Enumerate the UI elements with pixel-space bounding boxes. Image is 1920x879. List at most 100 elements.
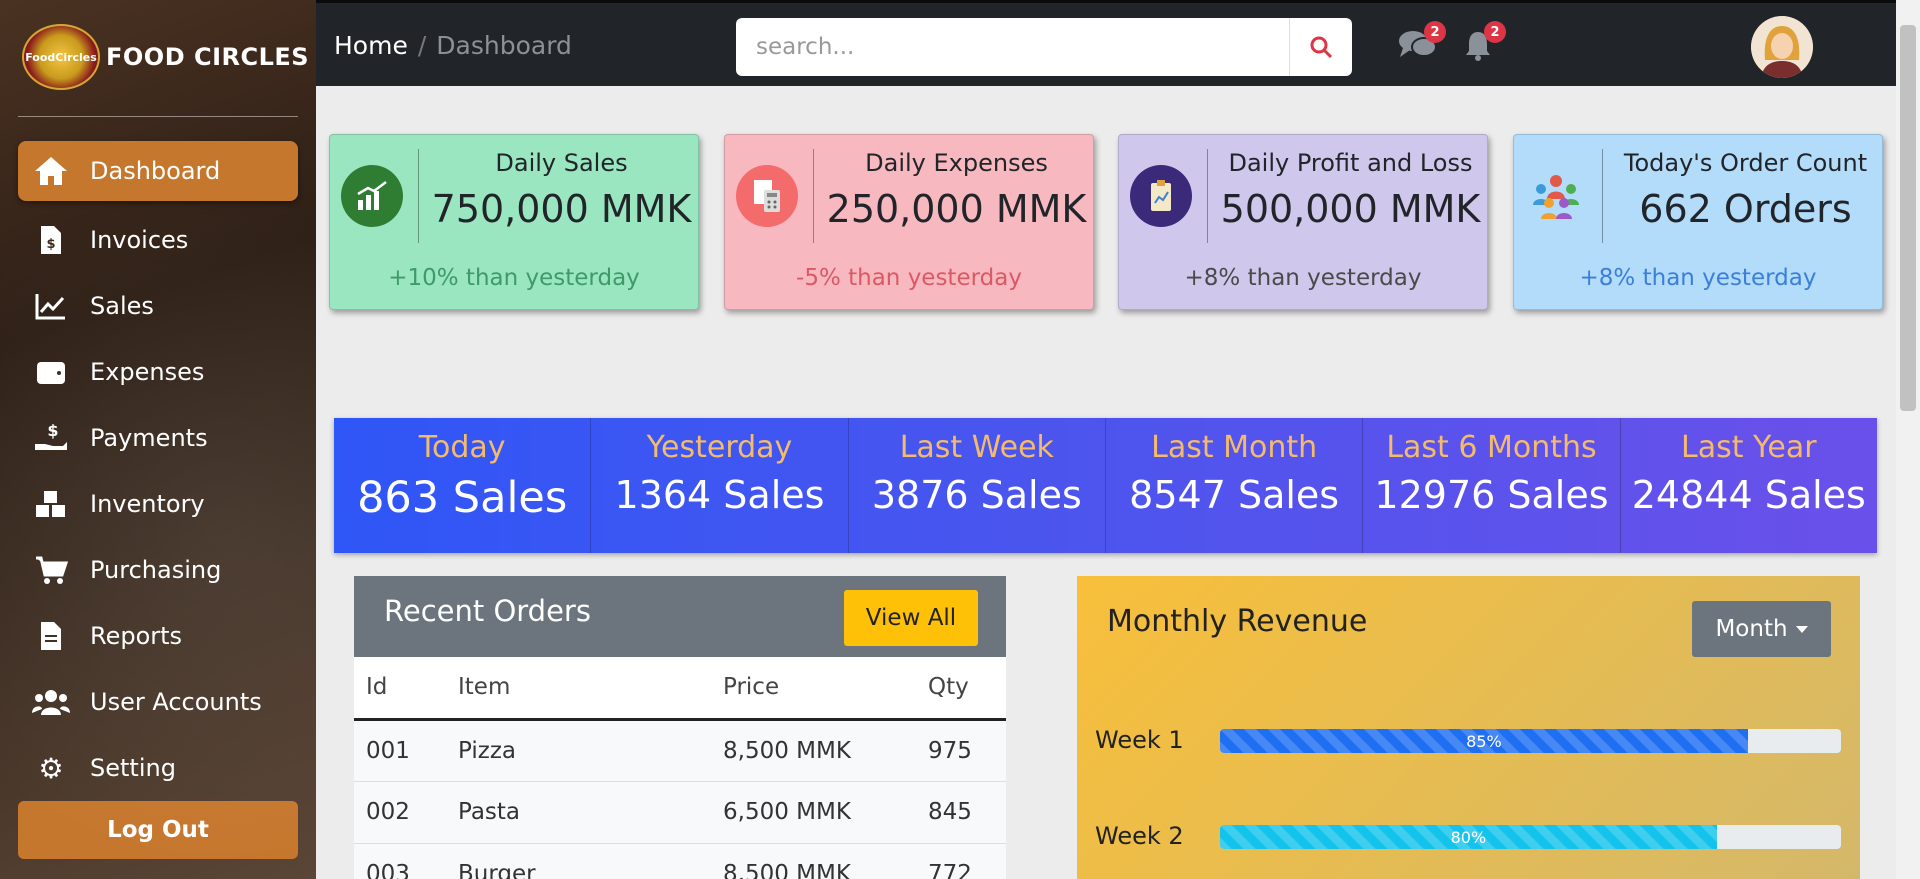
week-2-progress: 80% [1220,825,1841,849]
column-header-qty[interactable]: Qty [916,657,1006,721]
period-last-6-months[interactable]: Last 6 Months 12976 Sales [1363,418,1621,553]
messages-button[interactable]: 2 [1396,21,1446,65]
home-icon [28,154,74,188]
clipboard-chart-icon [1130,165,1192,227]
cart-icon [28,553,74,587]
sidebar-item-reports[interactable]: Reports [18,603,298,669]
breadcrumb-current: Dashboard [436,31,572,60]
sidebar-item-user-accounts[interactable]: User Accounts [18,669,298,735]
progress-fill: 85% [1220,729,1748,753]
search-input[interactable] [736,18,1289,76]
column-header-price[interactable]: Price [711,657,916,721]
cell-qty: 772 [916,843,1006,879]
search-icon [1310,36,1333,59]
hand-coin-icon: $ [28,421,74,455]
period-value: 12976 Sales [1374,473,1609,517]
breadcrumb-home[interactable]: Home [334,31,408,60]
period-last-month[interactable]: Last Month 8547 Sales [1106,418,1364,553]
recent-orders-title: Recent Orders [384,594,591,628]
invoice-icon: $ [28,223,74,257]
caret-down-icon [1795,625,1808,633]
sidebar-item-label: Reports [90,622,183,650]
card-footer: +10% than yesterday [388,265,640,291]
notifications-button[interactable]: 2 [1456,21,1506,65]
breadcrumb: Home / Dashboard [334,31,572,60]
sidebar-item-setting[interactable]: ⚙ Setting [18,735,298,801]
period-label: Last 6 Months [1386,430,1597,465]
period-last-week[interactable]: Last Week 3876 Sales [849,418,1106,553]
sidebar-item-label: Payments [90,424,208,452]
users-icon [28,685,74,719]
brand-logo-text: FoodCircles [25,50,97,64]
week-1-progress: 85% [1220,729,1841,753]
period-value: 863 Sales [357,473,568,523]
search-bar [736,18,1352,76]
sidebar-nav: Dashboard $ Invoices Sales Expenses $ Pa… [18,141,298,801]
gear-icon: ⚙ [38,751,64,785]
svg-text:$: $ [47,422,58,440]
sidebar-item-payments[interactable]: $ Payments [18,405,298,471]
stat-card-order-count: Today's Order Count 662 Orders +8% than … [1513,134,1883,310]
sidebar-item-label: Inventory [90,490,205,518]
svg-text:$: $ [46,237,55,252]
table-row[interactable]: 003 Burger 8,500 MMK 772 [354,843,1006,879]
period-today[interactable]: Today 863 Sales [334,418,592,553]
period-value: 1364 Sales [614,473,825,517]
period-label: Today [418,430,506,465]
page-scrollbar[interactable] [1896,0,1920,879]
recent-orders-header: Recent Orders View All [354,576,1006,657]
sidebar-divider [18,116,298,117]
period-label: Last Year [1681,430,1817,465]
column-header-id[interactable]: Id [354,657,446,721]
file-icon [28,619,74,653]
sidebar-item-dashboard[interactable]: Dashboard [18,141,298,201]
period-yesterday[interactable]: Yesterday 1364 Sales [591,418,849,553]
sales-period-strip: Today 863 Sales Yesterday 1364 Sales Las… [334,418,1877,553]
stat-card-daily-sales: Daily Sales 750,000 MMK +10% than yester… [329,134,699,310]
stat-card-daily-expenses: Daily Expenses 250,000 MMK -5% than yest… [724,134,1094,310]
scrollbar-thumb[interactable] [1900,25,1916,411]
cell-price: 8,500 MMK [711,719,916,782]
sidebar-item-label: Setting [90,754,176,782]
card-value: 500,000 MMK [1220,187,1481,231]
search-button[interactable] [1289,18,1352,76]
brand-name: FOOD CIRCLES [106,43,310,71]
sidebar-item-expenses[interactable]: Expenses [18,339,298,405]
wallet-icon [28,355,74,389]
column-header-item[interactable]: Item [446,657,711,721]
table-row[interactable]: 001 Pizza 8,500 MMK 975 [354,719,1006,782]
card-divider [813,149,814,243]
boxes-icon [28,487,74,521]
brand[interactable]: FoodCircles FOOD CIRCLES [22,24,309,90]
cell-id: 003 [354,843,446,879]
card-footer: +8% than yesterday [1579,265,1817,291]
period-last-year[interactable]: Last Year 24844 Sales [1621,418,1877,553]
sidebar: FoodCircles FOOD CIRCLES Dashboard $ Inv… [0,0,316,879]
cell-id: 001 [354,719,446,782]
avatar[interactable] [1751,16,1813,78]
card-value: 662 Orders [1639,187,1852,231]
period-label: Yesterday [646,430,793,465]
cell-item: Pizza [446,719,711,782]
sidebar-item-label: User Accounts [90,688,262,716]
table-header-row: Id Item Price Qty [354,657,1006,721]
card-title: Daily Expenses [865,149,1048,177]
month-dropdown[interactable]: Month [1692,601,1831,657]
view-all-button[interactable]: View All [844,590,978,646]
month-dropdown-label: Month [1715,616,1788,642]
sidebar-item-purchasing[interactable]: Purchasing [18,537,298,603]
cell-item: Burger [446,843,711,879]
card-divider [1602,149,1603,243]
cell-item: Pasta [446,781,711,844]
sidebar-item-invoices[interactable]: $ Invoices [18,207,298,273]
card-footer: -5% than yesterday [796,265,1022,291]
sidebar-item-sales[interactable]: Sales [18,273,298,339]
stat-card-daily-profit-loss: Daily Profit and Loss 500,000 MMK +8% th… [1118,134,1488,310]
card-value: 750,000 MMK [431,187,692,231]
brand-logo: FoodCircles [22,24,100,90]
recent-orders-table: Id Item Price Qty 001 Pizza 8,500 MMK 97… [354,657,1006,879]
cell-price: 6,500 MMK [711,781,916,844]
logout-button[interactable]: Log Out [18,801,298,859]
table-row[interactable]: 002 Pasta 6,500 MMK 845 [354,781,1006,844]
sidebar-item-inventory[interactable]: Inventory [18,471,298,537]
